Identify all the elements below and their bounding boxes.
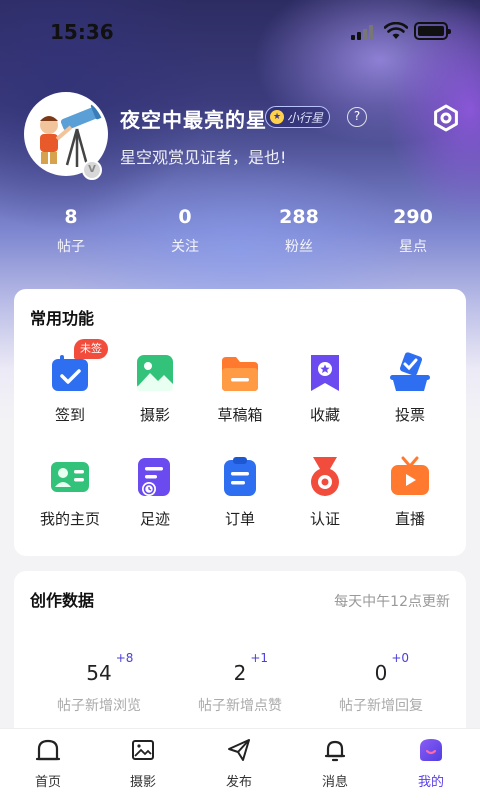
user-bio: 星空观赏见证者，是也! <box>120 148 287 167</box>
func-photography[interactable]: 摄影 <box>113 351 197 425</box>
metric-new-likes[interactable]: 2 +1 帖子新增点赞 <box>165 651 315 715</box>
battery-icon <box>414 22 451 40</box>
tab-me[interactable]: 我的 <box>396 737 466 790</box>
unsigned-tag: 未签 <box>74 339 108 359</box>
stat-label: 关注 <box>171 239 199 255</box>
metric-new-views[interactable]: 54 +8 帖子新增浏览 <box>24 651 174 715</box>
func-label: 订单 <box>224 510 255 528</box>
func-label: 足迹 <box>139 510 170 528</box>
level-label: 小行星 <box>287 110 324 125</box>
medal-icon <box>303 455 347 499</box>
func-favorites[interactable]: 收藏 <box>283 351 367 425</box>
me-icon <box>420 739 442 761</box>
tab-home[interactable]: 首页 <box>13 737 83 790</box>
bottom-tab-bar: 首页 摄影 发布 消息 我的 <box>0 728 480 800</box>
func-checkin[interactable]: 未签 签到 <box>28 339 112 425</box>
section-title: 常用功能 <box>30 309 95 328</box>
metric-delta: +8 <box>115 651 134 665</box>
func-footprint[interactable]: 足迹 <box>113 455 197 529</box>
tab-label: 消息 <box>321 775 348 790</box>
tab-label: 我的 <box>417 775 444 790</box>
help-icon[interactable]: ? <box>347 107 367 127</box>
update-note: 每天中午12点更新 <box>334 594 450 610</box>
func-label: 摄影 <box>139 406 170 424</box>
checkin-calendar-icon: 未签 <box>48 339 108 395</box>
metric-number: 0 <box>374 661 388 685</box>
verified-badge: V <box>82 160 102 180</box>
metric-label: 帖子新增浏览 <box>57 698 141 714</box>
profile-card-icon <box>48 455 92 499</box>
level-badge[interactable]: ★ 小行星 <box>265 106 331 128</box>
metric-number: 2 <box>233 661 247 685</box>
ballot-box-icon <box>388 351 432 395</box>
metric-delta: +0 <box>391 651 410 665</box>
func-label: 收藏 <box>309 406 340 424</box>
bookmark-star-icon <box>303 351 347 395</box>
stat-star-points[interactable]: 290 星点 <box>368 206 458 256</box>
metric-number: 54 <box>86 661 112 685</box>
signal-icon <box>351 24 377 40</box>
tab-messages[interactable]: 消息 <box>300 737 370 790</box>
func-live[interactable]: 直播 <box>368 455 452 529</box>
metric-delta: +1 <box>250 651 269 665</box>
tab-publish[interactable]: 发布 <box>204 737 274 790</box>
stat-value: 290 <box>393 206 433 228</box>
func-label: 认证 <box>309 510 340 528</box>
stat-label: 星点 <box>399 239 427 255</box>
username: 夜空中最亮的星 <box>120 108 267 132</box>
tab-label: 摄影 <box>129 775 156 790</box>
creation-data-card: 创作数据 每天中午12点更新 54 +8 帖子新增浏览 2 +1 帖子新增点赞 … <box>14 571 466 741</box>
metric-new-replies[interactable]: 0 +0 帖子新增回复 <box>306 651 456 715</box>
func-label: 草稿箱 <box>217 406 263 424</box>
profile-stats: 8 帖子 0 关注 288 粉丝 290 星点 <box>0 206 480 266</box>
footprint-icon <box>133 455 177 499</box>
func-label: 投票 <box>394 406 425 424</box>
stat-label: 粉丝 <box>285 239 313 255</box>
wifi-icon <box>384 22 408 39</box>
stat-posts[interactable]: 8 帖子 <box>26 206 116 256</box>
status-time: 15:36 <box>50 20 114 44</box>
metric-value: 54 +8 <box>86 651 133 685</box>
send-icon <box>228 739 250 761</box>
func-orders[interactable]: 订单 <box>198 455 282 529</box>
stat-value: 288 <box>279 206 319 228</box>
live-tv-icon <box>388 455 432 499</box>
photo-icon <box>132 740 154 760</box>
tab-photography[interactable]: 摄影 <box>108 737 178 790</box>
common-functions-card: 常用功能 未签 签到 摄影 草稿箱 收藏 投票 我的主页 足迹 订单 认证 直播 <box>14 289 466 556</box>
func-certification[interactable]: 认证 <box>283 455 367 529</box>
func-label: 我的主页 <box>39 510 100 528</box>
metric-value: 2 +1 <box>233 651 268 685</box>
order-clipboard-icon <box>218 455 262 499</box>
stat-value: 0 <box>178 206 192 228</box>
home-icon <box>35 739 61 761</box>
stat-label: 帖子 <box>57 239 85 255</box>
stat-following[interactable]: 0 关注 <box>140 206 230 256</box>
tab-label: 发布 <box>225 775 252 790</box>
metric-label: 帖子新增回复 <box>339 698 423 714</box>
func-vote[interactable]: 投票 <box>368 351 452 425</box>
func-label: 签到 <box>54 406 85 424</box>
bell-icon <box>324 740 346 762</box>
func-label: 直播 <box>394 510 425 528</box>
section-title: 创作数据 <box>30 591 95 610</box>
folder-icon <box>218 351 262 395</box>
func-my-homepage[interactable]: 我的主页 <box>28 455 112 529</box>
status-bar: 15:36 <box>0 0 480 64</box>
star-icon: ★ <box>270 110 284 124</box>
settings-icon[interactable] <box>432 104 460 132</box>
stat-followers[interactable]: 288 粉丝 <box>254 206 344 256</box>
stat-value: 8 <box>64 206 78 228</box>
metric-label: 帖子新增点赞 <box>198 698 282 714</box>
func-drafts[interactable]: 草稿箱 <box>198 351 282 425</box>
photo-icon <box>133 351 177 395</box>
tab-label: 首页 <box>34 775 61 790</box>
metric-value: 0 +0 <box>374 651 409 685</box>
